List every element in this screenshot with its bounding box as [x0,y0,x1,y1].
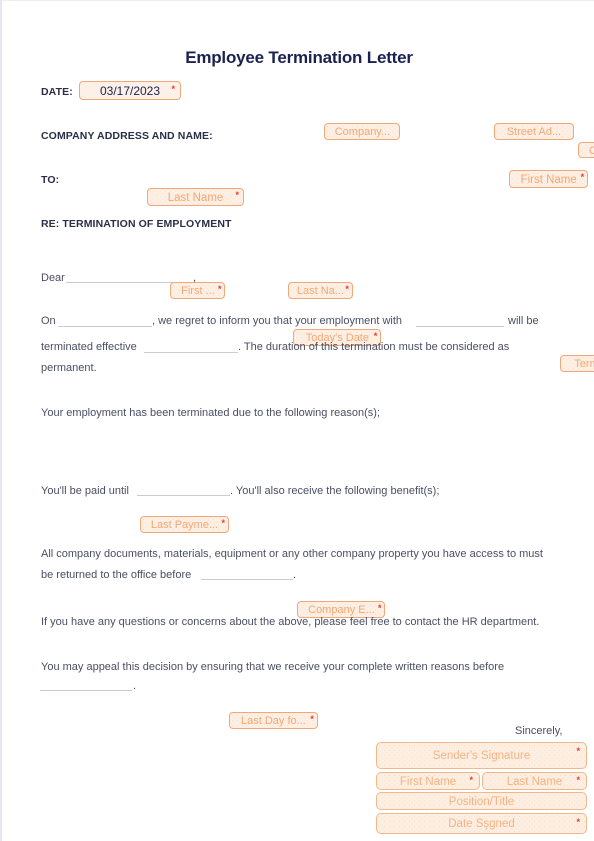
recipient-last-name-placeholder: Last Name [167,192,224,204]
date-input[interactable]: 03/17/2023 * [79,81,181,100]
last-payment-date-input[interactable]: Last Payme... * [140,515,229,533]
company-name-input[interactable]: Company... [324,123,401,140]
signer-first-name-input[interactable]: First Name * [376,772,480,790]
paragraph-6-line1: You may appeal this decision by ensuring… [41,661,505,673]
closing-sincerely: Sincerely, [515,725,563,737]
recipient-first-name-placeholder: First Name [520,173,577,186]
last-day-placeholder: Last Day fo... [241,714,306,727]
street-address-input[interactable]: Street Ad... [493,123,574,140]
date-label: DATE: [41,86,73,98]
paragraph-1-middle: , we regret to inform you that your empl… [152,315,403,327]
required-marker: * [217,283,222,294]
salutation-first-name-input[interactable]: First ... * [170,281,226,299]
subject-line: RE: TERMINATION OF EMPLOYMENT [41,218,232,230]
last-day-for-appeal-input[interactable]: Last Day fo... * [228,711,318,729]
paragraph-1-tail: will be [508,315,539,327]
page-title: Employee Termination Letter [185,48,413,67]
required-marker: * [576,746,580,756]
termination-date-underline [144,352,238,353]
salutation-last-name-input[interactable]: Last Na... * [287,281,353,299]
company-equipment-underline [201,579,293,580]
city-input[interactable]: City [578,141,594,158]
termination-date-input[interactable]: Terminatio... * [560,354,594,372]
salutation-last-name-placeholder: Last Na... [296,284,344,297]
salutation-first-name-placeholder: First ... [181,284,215,297]
required-marker: * [235,190,239,200]
reason-underline [416,326,504,327]
paragraph-4-line1: All company documents, materials, equipm… [41,548,543,560]
paragraph-1-line3: permanent. [41,362,97,374]
sender-signature-placeholder: Sender's Signature [432,750,531,762]
sender-signature-input[interactable]: Sender's Signature * [376,742,587,769]
company-address-label: COMPANY ADDRESS AND NAME: [41,130,213,142]
recipient-last-name-input[interactable]: Last Name * [147,188,244,206]
termination-date-placeholder: Terminatio... [574,357,594,370]
date-signed-input[interactable]: Date Sşgned * [376,813,587,834]
recipient-first-name-input[interactable]: First Name * [509,169,589,188]
required-marker: * [373,330,378,341]
last-day-appeal-underline [40,690,132,691]
required-marker: * [576,775,580,785]
signer-last-name-input[interactable]: Last Name * [482,772,587,790]
document-page: Employee Termination Letter DATE: 03/17/… [0,0,594,841]
required-marker: * [310,713,314,724]
salutation-word: Dear [41,272,65,284]
required-marker: * [576,817,580,827]
paragraph-1-line2-tail: . The duration of this termination must … [238,341,510,353]
salutation-comma: , [193,272,197,284]
company-equipment-date-input[interactable]: Company E... * [297,600,386,618]
required-marker: * [377,602,382,613]
required-marker: * [580,171,585,182]
required-marker: * [345,283,349,294]
paragraph-6-tail: . [133,680,137,692]
signer-last-name-placeholder: Last Name [506,776,563,788]
paragraph-1-lead: On [41,315,56,327]
paragraph-5: If you have any questions or concerns ab… [41,616,540,628]
required-marker: * [171,84,175,94]
date-value: 03/17/2023 [99,84,161,98]
paragraph-4-line2-lead: be returned to the office before [41,569,192,581]
paragraph-2: Your employment has been terminated due … [41,407,380,419]
last-payment-placeholder: Last Payme... [150,518,219,531]
date-signed-placeholder: Date Sşgned [448,818,515,830]
position-title-input[interactable]: Position/Title [376,792,587,810]
last-payment-underline [137,495,230,496]
recipient-label: TO: [41,174,60,186]
company-equipment-placeholder: Company E... [308,603,375,616]
paragraph-3-tail: . You'll also receive the following bene… [230,485,440,497]
required-marker: * [469,775,473,785]
required-marker: * [221,517,225,528]
signer-first-name-placeholder: First Name [399,776,457,788]
paragraph-4-line2-tail: . [293,569,297,581]
paragraph-1-line2-lead: terminated effective [41,341,137,353]
paragraph-3-lead: You'll be paid until [41,485,129,497]
todays-date-underline [58,326,152,327]
